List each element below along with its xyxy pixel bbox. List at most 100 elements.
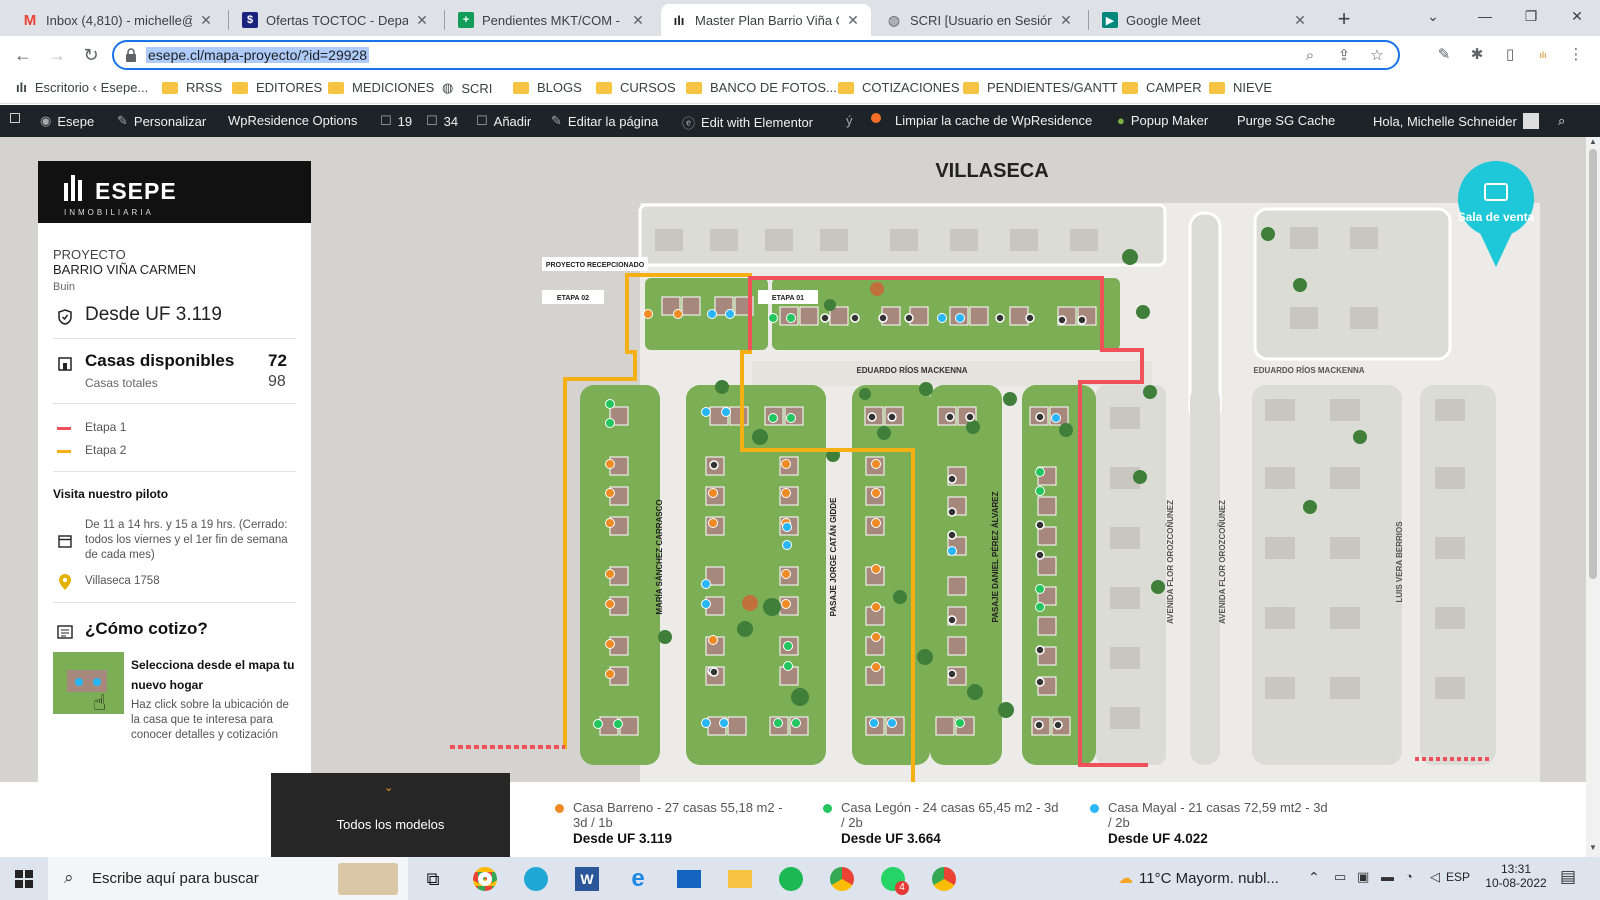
internet-explorer-icon[interactable]: e — [622, 863, 654, 895]
tab-scri[interactable]: ◍ SCRI [Usuario en Sesión: Pa ✕ — [876, 4, 1084, 36]
wp-options-link[interactable]: WpResidence Options — [228, 113, 357, 128]
model-price: Desde UF 3.664 — [841, 831, 941, 846]
folder-icon — [596, 81, 612, 94]
street-luis-vera: LUIS VERA BERRIOS — [1395, 521, 1404, 603]
minimize-button[interactable]: — — [1462, 0, 1508, 32]
quote-form-icon — [57, 625, 73, 639]
total-homes-label: Casas totales — [85, 376, 158, 390]
edge-icon[interactable] — [520, 863, 552, 895]
task-view-icon[interactable]: ⧉ — [417, 863, 449, 895]
profile-avatar[interactable]: ılı — [1532, 44, 1554, 66]
close-icon[interactable]: ✕ — [1292, 12, 1308, 29]
taskbar-search-box[interactable]: ⌕ Escribe aquí para buscar — [48, 857, 408, 900]
bookmark-folder-banco[interactable]: BANCO DE FOTOS... — [686, 80, 837, 95]
bookmark-folder-mediciones[interactable]: MEDICIONES — [328, 80, 434, 95]
bookmark-folder-cursos[interactable]: CURSOS — [596, 80, 676, 95]
bookmark-folder-editores[interactable]: EDITORES — [232, 80, 322, 95]
tab-toctoc[interactable]: $ Ofertas TOCTOC - Departam ✕ — [232, 4, 440, 36]
close-icon[interactable]: ✕ — [198, 12, 214, 29]
bookmark-escritorio[interactable]: ılı Escritorio ‹ Esepe... — [16, 80, 148, 95]
chrome-profile-2-icon[interactable] — [928, 863, 960, 895]
spotify-icon[interactable] — [775, 863, 807, 895]
bookmark-folder-cotizaciones[interactable]: COTIZACIONES — [838, 80, 960, 95]
all-models-button[interactable]: ⌄ Todos los modelos — [271, 773, 510, 857]
extensions-icon[interactable]: ✱ — [1466, 44, 1488, 66]
wp-site-link[interactable]: ◉ Esepe — [40, 113, 94, 129]
close-icon[interactable]: ✕ — [630, 12, 646, 29]
share-icon[interactable]: ⇪ — [1334, 46, 1354, 66]
tray-device-icon[interactable]: ▭ — [1334, 869, 1346, 885]
keyboard-language[interactable]: ESP — [1446, 870, 1470, 884]
tab-sheets[interactable]: + Pendientes MKT/COM - Rev ✕ — [448, 4, 656, 36]
wp-comments-link[interactable]: ☐ 34 — [426, 113, 458, 129]
weather-widget[interactable]: ☁ 11°C Mayorm. nubl... — [1118, 869, 1279, 887]
scroll-up-icon[interactable]: ▲ — [1586, 137, 1600, 149]
new-tab-button[interactable]: + — [1330, 6, 1358, 34]
tray-display-icon[interactable]: ▣ — [1357, 869, 1369, 885]
wp-edit-page-link[interactable]: ✎ Editar la página — [551, 113, 658, 129]
notifications-icon[interactable]: ▤ — [1560, 867, 1576, 887]
windows-start-icon[interactable] — [8, 863, 40, 895]
bookmark-folder-rrss[interactable]: RRSS — [162, 80, 222, 95]
close-window-button[interactable]: ✕ — [1554, 0, 1600, 32]
chrome-icon[interactable] — [469, 863, 501, 895]
address-bar[interactable]: esepe.cl/mapa-proyecto/?id=29928 ⌕ ⇪ ☆ — [112, 40, 1400, 70]
close-icon[interactable]: ✕ — [845, 12, 861, 29]
bookmark-folder-blogs[interactable]: BLOGS — [513, 80, 582, 95]
chrome-profile-icon[interactable] — [826, 863, 858, 895]
bookmark-star-icon[interactable]: ☆ — [1367, 46, 1387, 66]
bookmark-folder-pendientes[interactable]: PENDIENTES/GANTT — [963, 80, 1118, 95]
tab-master-plan[interactable]: ılı Master Plan Barrio Viña Car ✕ — [661, 4, 871, 36]
model-legon[interactable]: Casa Legón - 24 casas 65,45 m2 - 3d / 2b… — [823, 800, 1061, 846]
close-icon[interactable]: ✕ — [414, 12, 430, 29]
tray-chevron-icon[interactable]: ⌃ — [1308, 869, 1320, 886]
tab-search-icon[interactable]: ⌄ — [1410, 0, 1456, 32]
url-text[interactable]: esepe.cl/mapa-proyecto/?id=29928 — [146, 47, 370, 63]
tab-gmail[interactable]: M Inbox (4,810) - michelle@es ✕ — [12, 4, 224, 36]
tab-meet[interactable]: ▶ Google Meet ✕ — [1092, 4, 1318, 36]
maximize-button[interactable]: ❐ — [1508, 0, 1554, 32]
folder-icon — [513, 81, 529, 94]
wp-popup-maker-link[interactable]: ● Popup Maker — [1117, 113, 1208, 128]
wp-add-new-link[interactable]: ☐ Añadir — [476, 113, 531, 129]
stage2-legend-label: Etapa 2 — [85, 443, 127, 457]
close-icon[interactable]: ✕ — [1058, 12, 1074, 29]
scroll-down-icon[interactable]: ▼ — [1586, 843, 1600, 855]
wp-account-menu[interactable]: Hola, Michelle Schneider — [1373, 113, 1539, 129]
battery-icon[interactable]: ▬ — [1381, 869, 1394, 884]
wp-clear-cache-link[interactable]: Limpiar la cache de WpResidence — [895, 113, 1092, 128]
volume-icon[interactable]: ◁ — [1430, 869, 1440, 885]
bookmark-scri[interactable]: ◍ SCRI — [442, 80, 492, 96]
zoom-icon[interactable]: ⌕ — [1300, 46, 1320, 66]
bookmark-folder-nieve[interactable]: NIEVE — [1209, 80, 1272, 95]
wp-elementor-link[interactable]: ⓔ Edit with Elementor — [682, 113, 813, 132]
menu-icon[interactable]: ⋮ — [1565, 44, 1587, 66]
street-eduardo-rios-right: EDUARDO RÍOS MACKENNA — [1253, 366, 1364, 375]
word-icon[interactable]: W — [571, 863, 603, 895]
wp-customize-link[interactable]: ✎ Personalizar — [117, 113, 206, 129]
wp-logo-icon[interactable] — [10, 113, 20, 123]
visit-address: Villaseca 1758 — [85, 575, 160, 587]
available-homes-value: 72 — [268, 351, 287, 370]
wp-updates-link[interactable]: ☐ 19 — [380, 113, 412, 129]
scrollbar-thumb[interactable] — [1589, 149, 1597, 579]
bookmark-folder-camper[interactable]: CAMPER — [1122, 80, 1202, 95]
folder-icon — [162, 81, 178, 94]
wp-search-icon[interactable]: ⌕ — [1558, 113, 1565, 129]
forward-button[interactable]: → — [42, 40, 72, 70]
elementor-icon: ⓔ — [682, 116, 696, 131]
whatsapp-icon[interactable]: 4 — [877, 863, 909, 895]
model-barreno[interactable]: Casa Barreno - 27 casas 55,18 m2 - 3d / … — [555, 800, 793, 846]
side-panel-icon[interactable]: ▯ — [1499, 44, 1521, 66]
wp-purge-cache-link[interactable]: Purge SG Cache — [1237, 113, 1335, 128]
model-mayal[interactable]: Casa Mayal - 21 casas 72,59 mt2 - 3d / 2… — [1090, 800, 1328, 846]
page-scrollbar[interactable]: ▲ ▼ — [1586, 137, 1600, 857]
back-button[interactable]: ← — [8, 40, 38, 70]
eyedropper-icon[interactable]: ✎ — [1433, 44, 1455, 66]
wifi-icon[interactable]: ◔ — [1405, 869, 1413, 884]
clock[interactable]: 13:31 10-08-2022 — [1478, 862, 1554, 890]
file-explorer-icon[interactable] — [724, 863, 756, 895]
reload-button[interactable]: ↻ — [76, 40, 106, 70]
yoast-icon[interactable]: ý — [846, 113, 853, 128]
mail-icon[interactable] — [673, 863, 705, 895]
